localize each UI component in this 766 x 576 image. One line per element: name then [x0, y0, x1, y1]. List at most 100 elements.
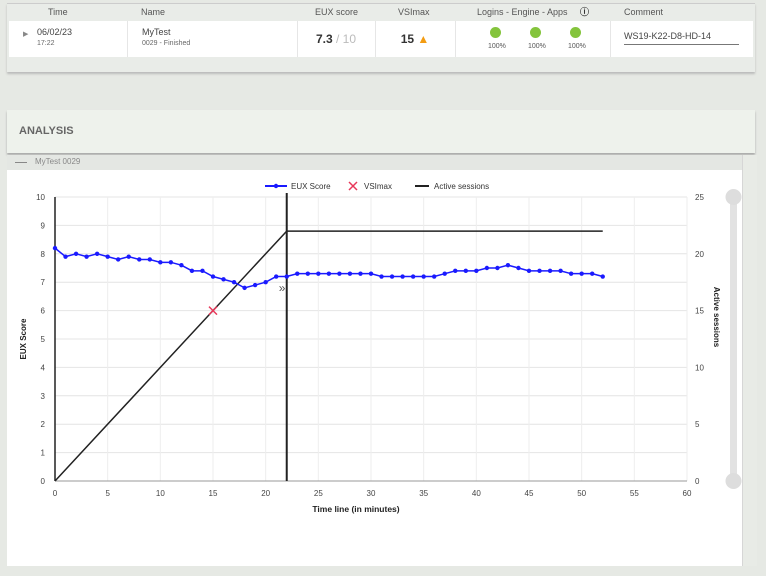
- x-tick-label: 30: [367, 489, 376, 498]
- series-legend[interactable]: MyTest 0029: [7, 155, 742, 170]
- eux-point: [295, 271, 300, 276]
- analysis-title: ANALYSIS: [19, 125, 74, 137]
- col-eux: EUX score: [315, 7, 359, 17]
- y-tick-label: 10: [36, 193, 45, 202]
- y-tick-label: 0: [41, 477, 46, 486]
- eux-point: [442, 271, 447, 276]
- info-icon[interactable]: ⓘ: [580, 4, 589, 21]
- x-tick-label: 45: [525, 489, 534, 498]
- y2-tick-label: 10: [695, 363, 704, 372]
- eux-point: [453, 268, 458, 274]
- eux-point: [495, 265, 500, 271]
- col-lea: Logins - Engine - Apps: [477, 7, 568, 17]
- eux-point: [52, 245, 58, 251]
- eux-point: [474, 268, 479, 274]
- y-tick-label: 2: [41, 420, 46, 429]
- y-tick-label: 3: [41, 392, 46, 401]
- apps-status-icon: [570, 27, 581, 38]
- eux-point: [189, 268, 195, 274]
- eux-point: [147, 257, 152, 262]
- y-axis-title: EUX Score: [19, 318, 28, 359]
- table-row[interactable]: ▶ 06/02/23 17:22 MyTest 0029 - Finished …: [9, 21, 753, 57]
- y2-axis-title: Active sessions: [712, 287, 721, 348]
- eux-point: [547, 268, 553, 274]
- eux-point: [432, 274, 437, 279]
- eux-point: [126, 254, 131, 259]
- col-vsimax: VSImax: [398, 7, 430, 17]
- range-slider-bottom-handle[interactable]: [725, 473, 742, 489]
- eux-point: [94, 251, 100, 256]
- warning-icon: ▲: [417, 32, 430, 46]
- legend-vsimax-label: VSImax: [364, 182, 392, 191]
- legend-vsimax-icon: [348, 181, 358, 191]
- eux-point: [210, 274, 216, 279]
- collapse-icon: »: [279, 281, 286, 295]
- comment-input[interactable]: WS19-K22-D8-HD-14: [624, 31, 739, 45]
- x-axis-title: Time line (in minutes): [312, 504, 399, 514]
- eux-point: [137, 257, 142, 262]
- col-name: Name: [141, 7, 166, 17]
- x-tick-label: 5: [105, 489, 110, 498]
- y-tick-label: 1: [41, 449, 46, 458]
- x-tick-label: 50: [577, 489, 586, 498]
- eux-point: [421, 274, 426, 279]
- y2-tick-label: 5: [695, 420, 700, 429]
- eux-point: [600, 274, 605, 279]
- eux-point: [84, 254, 89, 259]
- eux-point: [568, 271, 574, 276]
- eux-point: [400, 274, 405, 279]
- eux-point: [200, 268, 205, 274]
- eux-point: [358, 271, 363, 276]
- eux-point: [579, 271, 584, 276]
- eux-point: [337, 271, 342, 276]
- side-strip: [742, 155, 757, 566]
- vsimax-value: 15: [400, 32, 415, 46]
- eux-point: [326, 271, 332, 276]
- y-tick-label: 6: [41, 307, 46, 316]
- eux-point: [505, 262, 511, 268]
- logins-status-icon: [490, 27, 501, 38]
- eux-point: [389, 274, 395, 279]
- col-time: Time: [48, 7, 68, 17]
- eux-point: [590, 271, 595, 276]
- eux-point: [368, 271, 374, 276]
- y2-tick-label: 20: [695, 250, 704, 259]
- x-tick-label: 15: [209, 489, 218, 498]
- eux-point: [221, 277, 226, 282]
- eux-point: [347, 271, 353, 276]
- row-time: 17:22: [37, 40, 55, 47]
- eux-point: [558, 268, 563, 274]
- eux-point: [168, 260, 174, 265]
- y-tick-label: 9: [41, 221, 46, 230]
- test-summary-card: Time Name EUX score VSImax Logins - Engi…: [7, 3, 755, 72]
- row-name: MyTest: [142, 27, 171, 37]
- series-line-icon: [15, 162, 27, 163]
- eux-chart: 0123456789100 5 10 15 20 25 30 35 40 45 50 55 600510…: [19, 181, 742, 514]
- engine-pct: 100%: [528, 43, 546, 50]
- x-tick-label: 55: [630, 489, 639, 498]
- eux-point: [116, 257, 121, 262]
- x-tick-label: 25: [314, 489, 323, 498]
- eux-point: [158, 260, 163, 265]
- series-label: MyTest 0029: [35, 157, 81, 166]
- y2-tick-label: 25: [695, 193, 704, 202]
- x-tick-label: 20: [261, 489, 270, 498]
- expand-icon[interactable]: ▶: [23, 30, 28, 38]
- analysis-header: ANALYSIS: [7, 110, 755, 153]
- row-status: 0029 - Finished: [142, 40, 191, 47]
- range-slider-top-handle[interactable]: [725, 189, 742, 205]
- x-tick-label: 60: [683, 489, 692, 498]
- apps-pct: 100%: [568, 43, 586, 50]
- logins-pct: 100%: [488, 43, 506, 50]
- x-tick-label: 40: [472, 489, 481, 498]
- eux-point: [284, 274, 289, 279]
- eux-point: [410, 274, 416, 279]
- eux-score: 7.3: [315, 32, 333, 46]
- eux-point: [73, 251, 79, 256]
- legend-eux-label: EUX Score: [291, 182, 331, 191]
- col-comment: Comment: [624, 7, 664, 17]
- eux-point: [179, 262, 184, 268]
- x-tick-label: 10: [156, 489, 165, 498]
- row-date: 06/02/23: [37, 27, 73, 37]
- eux-point: [484, 265, 490, 271]
